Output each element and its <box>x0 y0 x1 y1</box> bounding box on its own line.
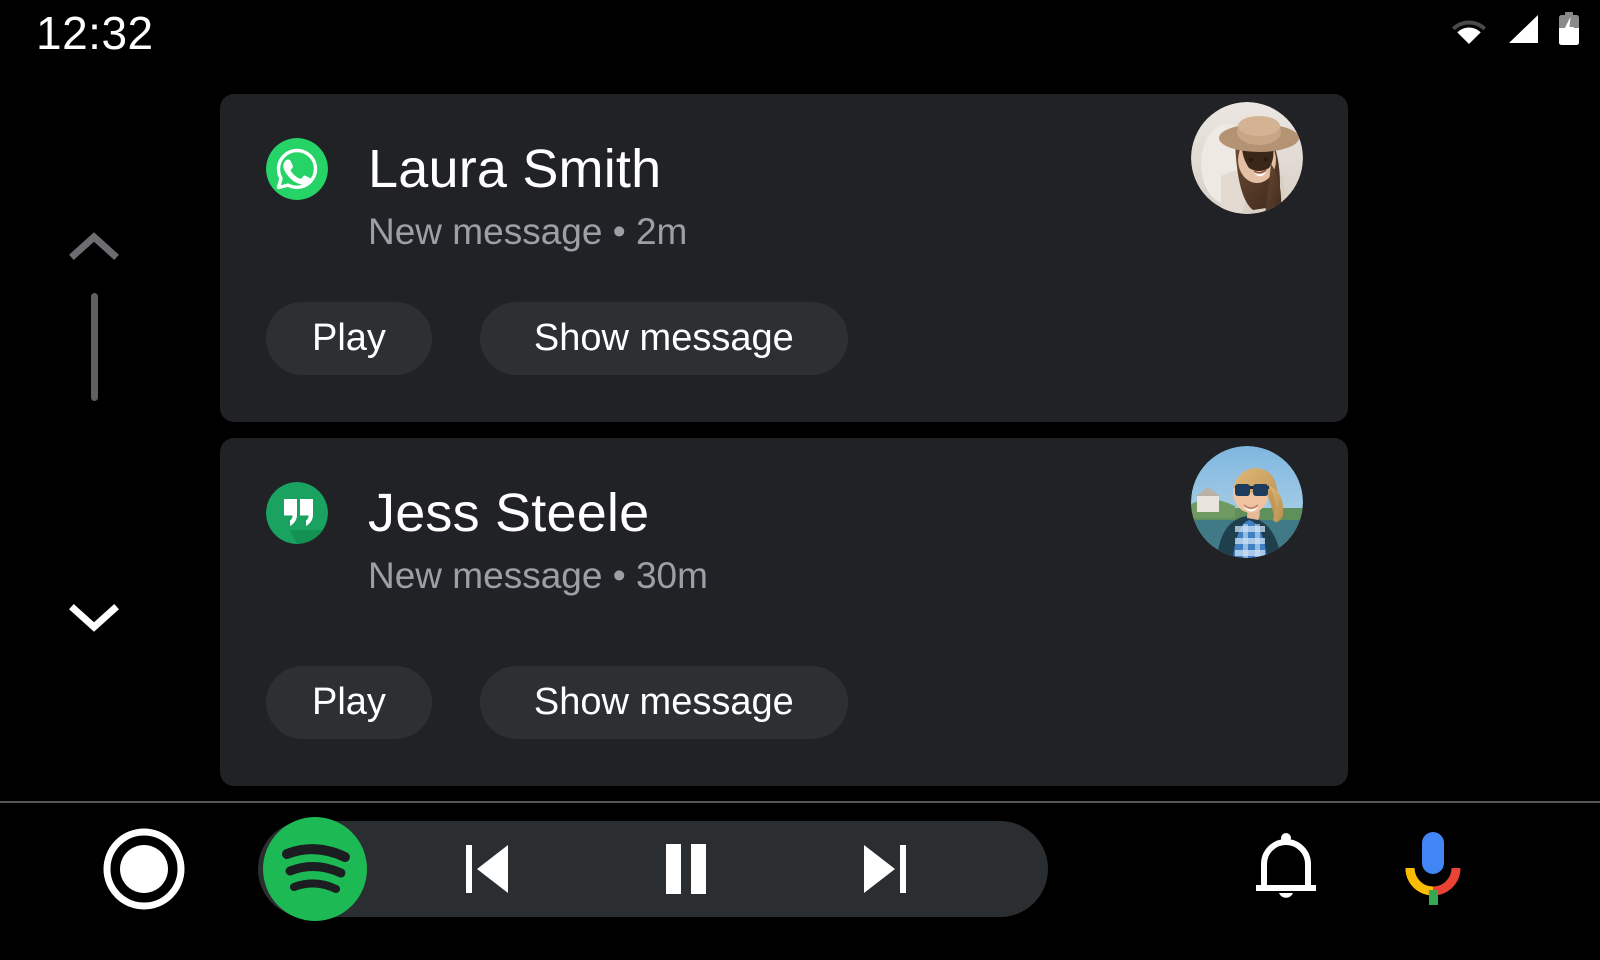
google-assistant-mic-icon[interactable] <box>1390 825 1474 913</box>
status-icon-group <box>1450 12 1580 46</box>
notification-card[interactable]: Laura Smith New message • 2m Play Show m… <box>220 94 1348 422</box>
whatsapp-icon <box>266 138 328 200</box>
bottom-bar <box>0 803 1600 960</box>
hangouts-icon <box>266 482 328 544</box>
show-message-button[interactable]: Show message <box>479 666 848 739</box>
scroll-rail <box>62 215 126 665</box>
notification-header: Jess Steele New message • 30m <box>220 482 1348 598</box>
status-bar: 12:32 <box>0 0 1600 72</box>
notification-preview: New message • 2m <box>368 211 688 252</box>
notification-card[interactable]: Jess Steele New message • 30m Play Show … <box>220 438 1348 786</box>
notification-text: Jess Steele New message • 30m <box>368 482 908 598</box>
status-clock: 12:32 <box>36 7 154 59</box>
android-auto-screen: 12:32 Laura Smith New message • 2m Play … <box>0 0 1600 960</box>
notification-text: Laura Smith New message • 2m <box>368 138 887 254</box>
notification-list: Laura Smith New message • 2m Play Show m… <box>220 94 1348 802</box>
play-button[interactable]: Play <box>266 302 432 375</box>
cellular-signal-icon <box>1506 14 1540 44</box>
notification-preview: New message • 30m <box>368 555 708 596</box>
avatar <box>1191 102 1303 214</box>
spotify-icon[interactable] <box>257 811 373 927</box>
show-message-button[interactable]: Show message <box>479 302 848 375</box>
notification-header: Laura Smith New message • 2m <box>220 138 1348 254</box>
pause-button[interactable] <box>638 821 734 917</box>
scroll-up-button[interactable] <box>62 225 126 269</box>
notification-actions: Play Show message <box>266 302 848 375</box>
home-button[interactable] <box>100 825 188 913</box>
wifi-icon <box>1450 14 1488 44</box>
battery-charging-icon <box>1558 12 1580 46</box>
scrollbar-thumb[interactable] <box>91 293 98 401</box>
notification-sender: Laura Smith <box>368 139 662 199</box>
notification-sender: Jess Steele <box>368 483 650 543</box>
play-button[interactable]: Play <box>266 666 432 739</box>
notification-actions: Play Show message <box>266 666 848 739</box>
media-control-pill <box>258 817 1048 921</box>
next-track-button[interactable] <box>836 821 932 917</box>
avatar <box>1191 446 1303 558</box>
notifications-bell-icon[interactable] <box>1244 825 1328 913</box>
scroll-down-button[interactable] <box>62 595 126 639</box>
previous-track-button[interactable] <box>440 821 536 917</box>
